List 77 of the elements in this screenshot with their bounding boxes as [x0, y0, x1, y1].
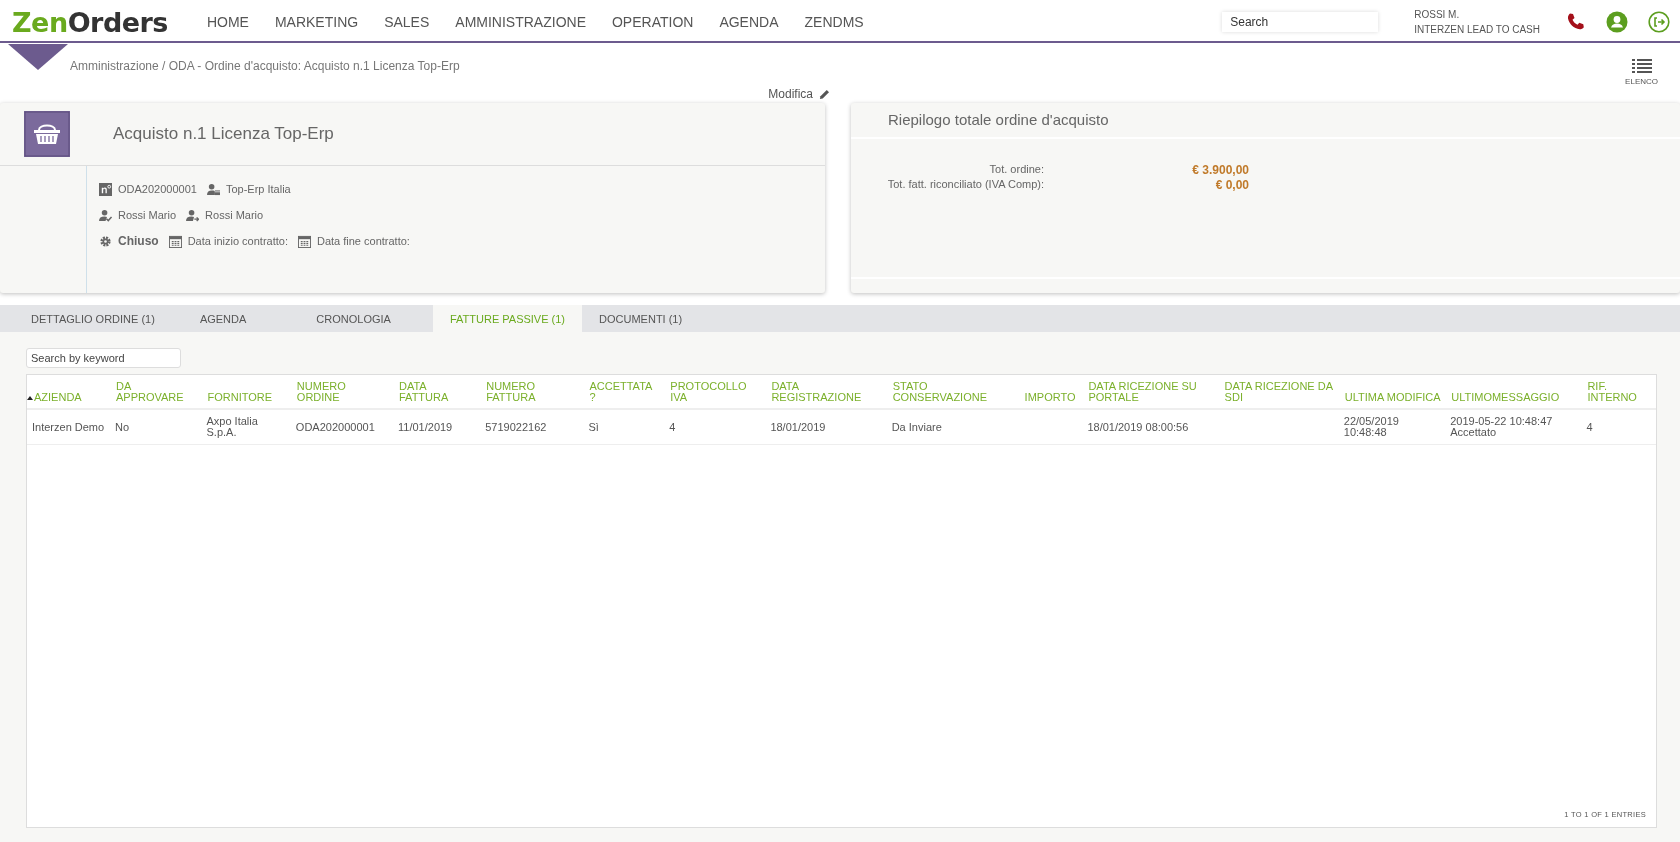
user-check-icon	[99, 208, 112, 222]
calendar-icon	[297, 234, 311, 248]
nav-link[interactable]: ZENDMS	[791, 14, 877, 30]
column-header[interactable]: NUMERO FATTURA	[480, 375, 584, 409]
detail-text: Data inizio contratto:	[187, 235, 288, 247]
table-cell: No	[110, 409, 202, 445]
nav-link[interactable]: MARKETING	[261, 14, 372, 30]
table-cell: 5719022162	[480, 409, 584, 445]
list-button[interactable]: ELENCO	[1625, 58, 1658, 92]
table-cell: 18/01/2019 08:00:56	[1082, 409, 1219, 445]
tab[interactable]: AGENDA	[171, 305, 289, 332]
column-header[interactable]: AZIENDA	[27, 375, 110, 409]
column-header[interactable]: IMPORTO	[1018, 375, 1083, 409]
column-header[interactable]: PROTOCOLLO IVA	[664, 375, 766, 409]
column-header[interactable]: DATA FATTURA	[393, 375, 481, 409]
pencil-icon	[819, 88, 830, 100]
edit-link[interactable]: Modifica	[768, 87, 830, 101]
table-cell: ODA202000001	[290, 409, 393, 445]
user-with-box-icon	[206, 182, 220, 196]
nav-link[interactable]: SALES	[371, 14, 443, 30]
nav-link[interactable]: HOME	[193, 14, 262, 30]
column-header[interactable]: ULTIMOMESSAGGIO	[1445, 375, 1582, 409]
breadcrumb: Amministrazione / ODA - Ordine d'acquisto: Acquisto n.1 Licenza Top-Erp	[70, 59, 461, 73]
tab[interactable]: DETTAGLIO ORDINE (1)	[14, 305, 172, 332]
user-name: ROSSI M.	[1414, 8, 1461, 22]
column-header[interactable]: DATA RICEZIONE DA SDI	[1218, 375, 1339, 409]
table-cell: Interzen Demo	[27, 409, 110, 445]
tab[interactable]: CRONOLOGIA	[288, 305, 433, 332]
nav-link[interactable]: AGENDA	[706, 14, 792, 30]
summary-value: € 3.900,00	[1191, 163, 1249, 177]
table-cell: Axpo Italia S.p.A.	[201, 409, 291, 445]
column-header[interactable]: DATA RICEZIONE SU PORTALE	[1082, 375, 1219, 409]
column-header[interactable]: NUMERO ORDINE	[290, 375, 393, 409]
table-cell: 18/01/2019	[765, 409, 887, 445]
detail-text: ODA202000001	[118, 183, 197, 195]
column-header[interactable]: ACCETTATA ?	[583, 375, 665, 409]
gear-icon	[99, 234, 112, 248]
table-cell: 4	[664, 409, 766, 445]
summary-title: Riepilogo totale ordine d'acquisto	[851, 103, 1680, 139]
phone-icon[interactable]	[1566, 12, 1586, 32]
tab[interactable]: FATTURE PASSIVE (1)	[432, 305, 583, 332]
detail-text: Rossi Mario	[205, 209, 264, 221]
basket-icon	[24, 111, 70, 157]
detail-text: Top-Erp Italia	[225, 183, 291, 195]
nav-link[interactable]: AMMINISTRAZIONE	[442, 14, 599, 30]
detail-text: Data fine contratto:	[316, 235, 410, 247]
table-cell: 22/05/2019 10:48:48	[1338, 409, 1446, 445]
logout-icon[interactable]	[1648, 11, 1670, 33]
summary-label: Tot. fatt. riconciliato (IVA Comp):	[886, 178, 1044, 192]
company-name: INTERZEN LEAD TO CASH	[1414, 23, 1540, 37]
table-cell: 2019-05-22 10:48:47 Accettato	[1445, 409, 1582, 445]
status-text: Chiuso	[118, 234, 159, 248]
calendar-icon	[168, 234, 182, 248]
table-cell: Da Inviare	[886, 409, 1019, 445]
column-header[interactable]: ULTIMA MODIFICA	[1338, 375, 1446, 409]
logo[interactable]: ZenOrders	[12, 6, 168, 38]
table-cell: Sì	[583, 409, 665, 445]
summary-label: Tot. ordine:	[988, 163, 1044, 177]
table-cell: 11/01/2019	[393, 409, 481, 445]
summary-value: € 0,00	[1214, 178, 1249, 192]
detail-text: Rossi Mario	[118, 209, 177, 221]
search-field[interactable]: Search	[1222, 12, 1379, 32]
table-cell: 4	[1581, 409, 1656, 445]
column-header[interactable]: FORNITORE	[201, 375, 291, 409]
sort-arrow-icon	[27, 396, 33, 401]
nav-link[interactable]: OPERATION	[598, 14, 707, 30]
column-header[interactable]: DA APPROVARE	[110, 375, 202, 409]
order-title: Acquisto n.1 Licenza Top-Erp	[113, 124, 334, 144]
tab[interactable]: DOCUMENTI (1)	[582, 305, 700, 332]
search-field[interactable]: Search by keyword	[26, 348, 181, 368]
user-icon[interactable]	[1606, 11, 1628, 33]
column-header[interactable]: DATA REGISTRAZIONE	[765, 375, 887, 409]
number-sign-icon	[99, 182, 112, 196]
column-header[interactable]: STATO CONSERVAZIONE	[886, 375, 1019, 409]
list-icon	[1631, 58, 1652, 74]
user-arrow-icon	[186, 208, 200, 222]
column-header[interactable]: RIF. INTERNO	[1581, 375, 1656, 409]
